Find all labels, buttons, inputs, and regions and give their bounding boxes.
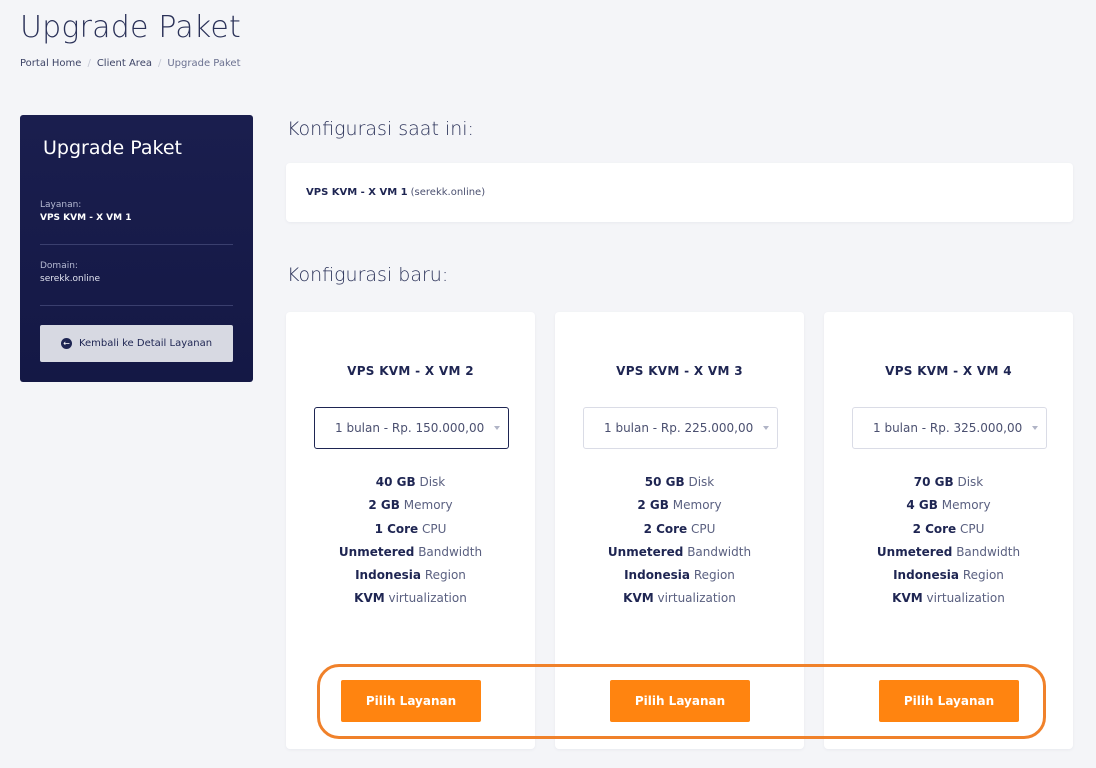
sidebar-divider xyxy=(40,305,233,306)
feature-item: 2 Core CPU xyxy=(643,521,716,536)
feature-item: 50 GB Disk xyxy=(644,475,715,489)
plan-name: VPS KVM - X VM 3 xyxy=(616,364,743,378)
feature-item: 2 Core CPU xyxy=(912,521,985,536)
breadcrumb-separator: / xyxy=(87,58,91,69)
feature-item: Unmetered Bandwidth xyxy=(607,544,752,559)
arrow-circle-left-icon: ← xyxy=(60,338,72,349)
feature-item: KVM virtualization xyxy=(892,591,1005,606)
current-product-name: VPS KVM - X VM 1 xyxy=(306,187,408,198)
feature-item: 2 GB Memory xyxy=(368,498,453,513)
feature-item: 4 GB Memory xyxy=(906,498,991,513)
billing-cycle-select[interactable]: 1 bulan - Rp. 325.000,00 xyxy=(852,407,1047,449)
breadcrumb-separator: / xyxy=(157,58,162,69)
feature-item: 2 GB Memory xyxy=(637,498,722,513)
service-label: Layanan: xyxy=(40,200,82,210)
sidebar-title: Upgrade Paket xyxy=(43,137,182,159)
sidebar-panel: Upgrade Paket Layanan: VPS KVM - X VM 1 … xyxy=(20,115,253,382)
plan-card: VPS KVM - X VM 4 1 bulan - Rp. 325.000,0… xyxy=(824,312,1073,749)
billing-cycle-value: 1 bulan - Rp. 325.000,00 xyxy=(873,421,1023,435)
billing-cycle-select[interactable]: 1 bulan - Rp. 150.000,00 xyxy=(314,407,509,449)
plan-features: 50 GB Disk 2 GB Memory 2 Core CPU Unmete… xyxy=(555,471,804,611)
select-plan-button[interactable]: Pilih Layanan xyxy=(879,680,1019,722)
current-product-domain: (serekk.online) xyxy=(410,187,486,198)
feature-item: KVM virtualization xyxy=(354,591,467,606)
feature-item: 40 GB Disk xyxy=(375,475,446,489)
back-to-service-details-button[interactable]: ← Kembali ke Detail Layanan xyxy=(40,325,233,362)
new-config-heading: Konfigurasi baru: xyxy=(287,264,449,286)
feature-item: Unmetered Bandwidth xyxy=(876,544,1021,559)
back-button-label: Kembali ke Detail Layanan xyxy=(78,338,213,349)
feature-item: Unmetered Bandwidth xyxy=(338,544,483,559)
breadcrumb-client-area[interactable]: Client Area xyxy=(97,58,152,69)
current-config-box: VPS KVM - X VM 1 (serekk.online) xyxy=(286,163,1073,222)
service-value: VPS KVM - X VM 1 xyxy=(40,213,132,223)
feature-item: 70 GB Disk xyxy=(913,475,984,489)
billing-cycle-select[interactable]: 1 bulan - Rp. 225.000,00 xyxy=(583,407,778,449)
service-info: Layanan: VPS KVM - X VM 1 xyxy=(40,200,233,223)
caret-down-icon xyxy=(494,426,500,430)
plan-features: 70 GB Disk 4 GB Memory 2 Core CPU Unmete… xyxy=(824,471,1073,611)
domain-label: Domain: xyxy=(40,261,78,271)
plan-features: 40 GB Disk 2 GB Memory 1 Core CPU Unmete… xyxy=(286,471,535,611)
breadcrumb-current: Upgrade Paket xyxy=(167,58,241,69)
plan-card: VPS KVM - X VM 3 1 bulan - Rp. 225.000,0… xyxy=(555,312,804,749)
sidebar-divider xyxy=(40,244,233,245)
plan-card: VPS KVM - X VM 2 1 bulan - Rp. 150.000,0… xyxy=(286,312,535,749)
select-plan-button[interactable]: Pilih Layanan xyxy=(610,680,750,722)
plan-name: VPS KVM - X VM 2 xyxy=(347,364,474,378)
feature-item: KVM virtualization xyxy=(623,591,736,606)
billing-cycle-value: 1 bulan - Rp. 225.000,00 xyxy=(604,421,754,435)
feature-item: Indonesia Region xyxy=(355,568,466,583)
plan-name: VPS KVM - X VM 4 xyxy=(885,364,1012,378)
breadcrumb: Portal Home / Client Area / Upgrade Pake… xyxy=(20,58,241,69)
feature-item: 1 Core CPU xyxy=(374,521,447,536)
page-title: Upgrade Paket xyxy=(20,10,242,45)
caret-down-icon xyxy=(763,426,769,430)
feature-item: Indonesia Region xyxy=(624,568,735,583)
current-config-heading: Konfigurasi saat ini: xyxy=(287,118,474,140)
select-plan-button[interactable]: Pilih Layanan xyxy=(341,680,481,722)
domain-info: Domain: serekk.online xyxy=(40,261,233,284)
caret-down-icon xyxy=(1032,426,1038,430)
domain-value: serekk.online xyxy=(40,274,101,284)
feature-item: Indonesia Region xyxy=(893,568,1004,583)
billing-cycle-value: 1 bulan - Rp. 150.000,00 xyxy=(335,421,485,435)
breadcrumb-portal-home[interactable]: Portal Home xyxy=(20,58,81,69)
